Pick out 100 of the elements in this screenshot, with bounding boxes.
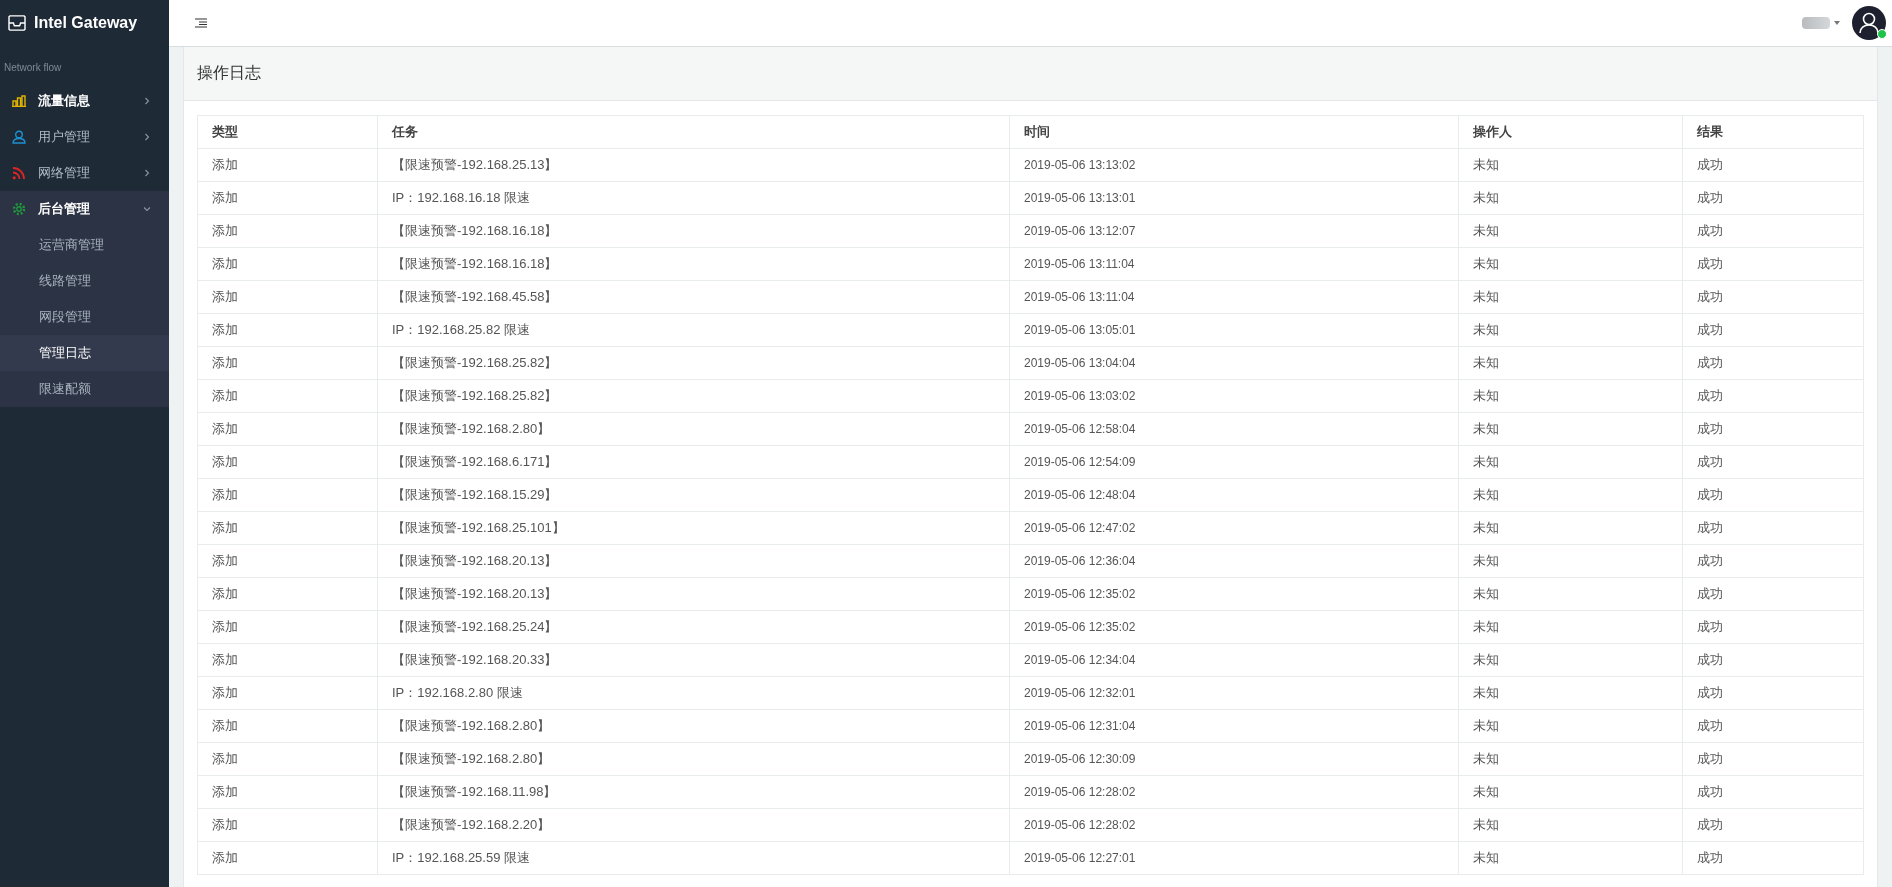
nav-item[interactable]: 用户管理 [0,119,169,155]
table-cell: 成功 [1682,379,1864,413]
table-cell: 2019-05-06 12:35:02 [1009,610,1459,644]
table-cell: 2019-05-06 12:32:01 [1009,676,1459,710]
table-cell: 添加 [197,676,378,710]
table-cell: 未知 [1458,775,1683,809]
table-cell: 未知 [1458,313,1683,347]
section-label: Network flow [3,61,63,75]
column-header: 任务 [377,115,1010,149]
submenu-item[interactable]: 运营商管理 [0,227,169,263]
table-cell: 添加 [197,313,378,347]
table-cell: 成功 [1682,412,1864,446]
nav-item[interactable]: 网络管理 [0,155,169,191]
submenu-item[interactable]: 网段管理 [0,299,169,335]
table-cell: 成功 [1682,148,1864,182]
table-cell: 成功 [1682,478,1864,512]
table-cell: 【限速预警-192.168.45.58】 [377,280,1010,314]
table-cell: 未知 [1458,544,1683,578]
table-cell: 【限速预警-192.168.2.20】 [377,808,1010,842]
table-cell: IP：192.168.25.59 限速 [377,841,1010,875]
table-cell: 2019-05-06 13:03:02 [1009,379,1459,413]
table-cell: 添加 [197,808,378,842]
table-cell: 未知 [1458,181,1683,215]
page-title: 操作日志 [197,63,261,83]
table-cell: 添加 [197,148,378,182]
table-cell: 【限速预警-192.168.2.80】 [377,709,1010,743]
table-cell: 【限速预警-192.168.2.80】 [377,412,1010,446]
table-cell: 【限速预警-192.168.16.18】 [377,247,1010,281]
table-cell: 2019-05-06 12:27:01 [1009,841,1459,875]
table-cell: 2019-05-06 13:04:04 [1009,346,1459,380]
column-header: 时间 [1009,115,1459,149]
nav-item[interactable]: 后台管理 [0,191,169,227]
table-cell: 添加 [197,610,378,644]
table-cell: 添加 [197,544,378,578]
table-cell: 添加 [197,412,378,446]
table-cell: 2019-05-06 12:47:02 [1009,511,1459,545]
table-cell: 添加 [197,775,378,809]
table-cell: 2019-05-06 12:36:04 [1009,544,1459,578]
submenu-item[interactable]: 限速配额 [0,371,169,407]
table-cell: 未知 [1458,412,1683,446]
table-cell: 成功 [1682,775,1864,809]
table-cell: 未知 [1458,676,1683,710]
table-cell: IP：192.168.16.18 限速 [377,181,1010,215]
table-cell: 成功 [1682,676,1864,710]
table-cell: 2019-05-06 12:31:04 [1009,709,1459,743]
table-cell: 2019-05-06 12:28:02 [1009,808,1459,842]
brand-title: Intel Gateway [34,14,138,32]
submenu-item[interactable]: 管理日志 [0,335,169,371]
table-cell: 添加 [197,577,378,611]
table-cell: 未知 [1458,346,1683,380]
table-cell: 2019-05-06 12:35:02 [1009,577,1459,611]
table-cell: 成功 [1682,280,1864,314]
table-cell: 未知 [1458,841,1683,875]
table-cell: 添加 [197,511,378,545]
table-cell: 成功 [1682,643,1864,677]
table-cell: 2019-05-06 13:11:04 [1009,247,1459,281]
avatar[interactable] [1852,6,1886,40]
table-cell: 添加 [197,742,378,776]
table-cell: 添加 [197,214,378,248]
table-cell: 成功 [1682,511,1864,545]
chevron-icon [143,133,151,141]
table-cell: 添加 [197,445,378,479]
menu-icon[interactable] [195,18,207,28]
nav-item[interactable]: 流量信息 [0,83,169,119]
table-cell: 成功 [1682,181,1864,215]
table-cell: 2019-05-06 13:13:02 [1009,148,1459,182]
table-cell: 未知 [1458,610,1683,644]
table-cell: IP：192.168.2.80 限速 [377,676,1010,710]
table-cell: 成功 [1682,742,1864,776]
caret-icon [1834,21,1840,25]
table-cell: 添加 [197,379,378,413]
table-cell: 未知 [1458,379,1683,413]
table-cell: 【限速预警-192.168.20.13】 [377,577,1010,611]
table-cell: 成功 [1682,346,1864,380]
table-cell: 成功 [1682,709,1864,743]
table-cell: 添加 [197,280,378,314]
table-cell: 添加 [197,346,378,380]
column-header: 操作人 [1458,115,1683,149]
table-cell: 2019-05-06 13:13:01 [1009,181,1459,215]
table-cell: 【限速预警-192.168.11.98】 [377,775,1010,809]
table-cell: 【限速预警-192.168.2.80】 [377,742,1010,776]
table-cell: 成功 [1682,214,1864,248]
table-cell: 【限速预警-192.168.25.82】 [377,379,1010,413]
table-cell: 【限速预警-192.168.20.33】 [377,643,1010,677]
table-cell: 未知 [1458,148,1683,182]
table-cell: 2019-05-06 12:54:09 [1009,445,1459,479]
table-cell: 添加 [197,478,378,512]
submenu-item[interactable]: 线路管理 [0,263,169,299]
table-cell: 2019-05-06 12:34:04 [1009,643,1459,677]
table-cell: 2019-05-06 13:12:07 [1009,214,1459,248]
table-cell: IP：192.168.25.82 限速 [377,313,1010,347]
table-cell: 成功 [1682,544,1864,578]
table-cell: 【限速预警-192.168.20.13】 [377,544,1010,578]
inbox-icon [8,15,26,31]
table-cell: 未知 [1458,643,1683,677]
chevron-icon [143,169,151,177]
table-cell: 2019-05-06 12:30:09 [1009,742,1459,776]
table-cell: 成功 [1682,610,1864,644]
table-cell: 添加 [197,181,378,215]
table-cell: 未知 [1458,478,1683,512]
